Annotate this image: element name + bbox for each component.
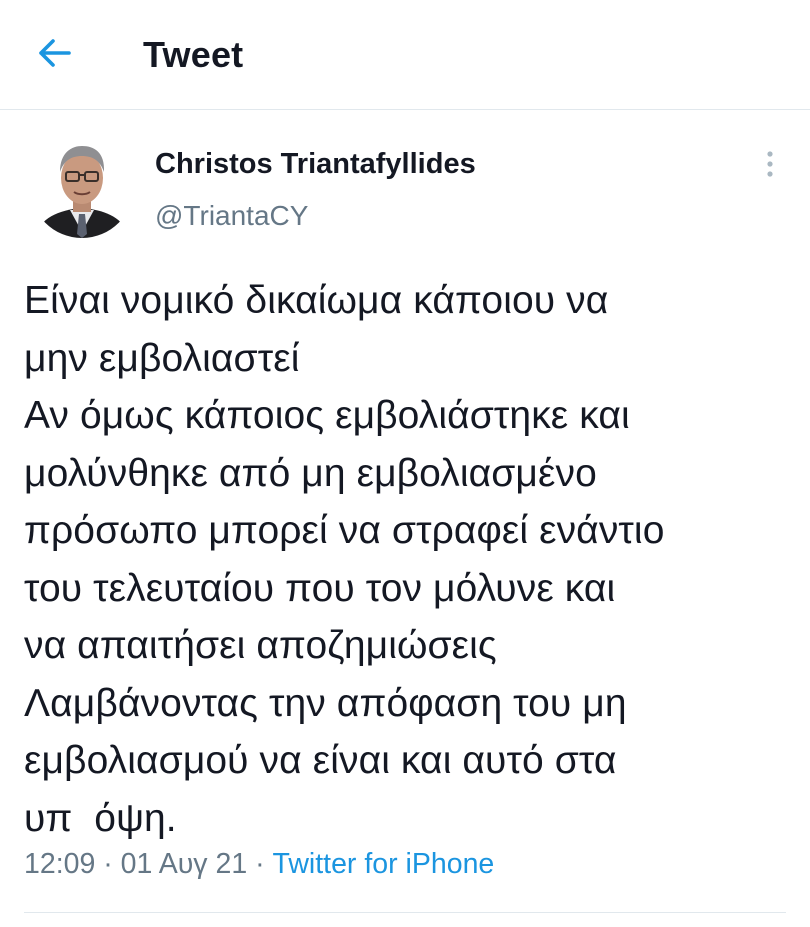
tweet-line: Λαμβάνοντας την απόφαση του μη xyxy=(24,681,627,725)
more-options-button[interactable] xyxy=(754,146,786,186)
profile-photo xyxy=(30,134,134,238)
tweet-text: Είναι νομικό δικαίωμα κάποιου να μην εμβ… xyxy=(24,272,799,847)
tweet-line: του τελευταίου που τον μόλυνε και xyxy=(24,566,616,610)
tweet-line: πρόσωπο μπορεί να στραφεί ενάντιο xyxy=(24,509,665,552)
arrow-left-icon xyxy=(38,38,72,73)
avatar[interactable] xyxy=(30,134,134,238)
tweet-line: Είναι νομικό δικαίωμα κάποιου να xyxy=(24,279,609,322)
tweet-line: να απαιτήσει αποζημιώσεις xyxy=(24,624,497,667)
author-name[interactable]: Christos Triantafyllides xyxy=(155,148,476,181)
tweet-line: Αν όμως κάποιος εμβολιάστηκε και xyxy=(24,394,630,437)
author-handle[interactable]: @TriantaCY xyxy=(155,200,308,232)
tweet-meta: 12:09 · 01 Αυγ 21 · Twitter for iPhone xyxy=(24,848,494,881)
back-button[interactable] xyxy=(30,30,80,80)
more-vertical-icon xyxy=(765,149,775,184)
tweet-date: 01 Αυγ 21 xyxy=(120,848,248,880)
tweet-line: εμβολιασμού να είναι και αυτό στα xyxy=(24,739,617,782)
top-bar: Tweet xyxy=(0,0,810,110)
divider xyxy=(24,912,786,913)
tweet-time: 12:09 xyxy=(24,848,96,880)
meta-separator: · xyxy=(247,848,273,880)
tweet-source-link[interactable]: Twitter for iPhone xyxy=(273,848,495,880)
tweet-line: μην εμβολιαστεί xyxy=(24,336,300,380)
tweet-line: υπ όψη. xyxy=(24,796,177,840)
tweet-line: μολύνθηκε από μη εμβολιασμένο xyxy=(24,451,597,495)
meta-separator: · xyxy=(95,848,121,880)
page-title: Tweet xyxy=(143,34,244,75)
